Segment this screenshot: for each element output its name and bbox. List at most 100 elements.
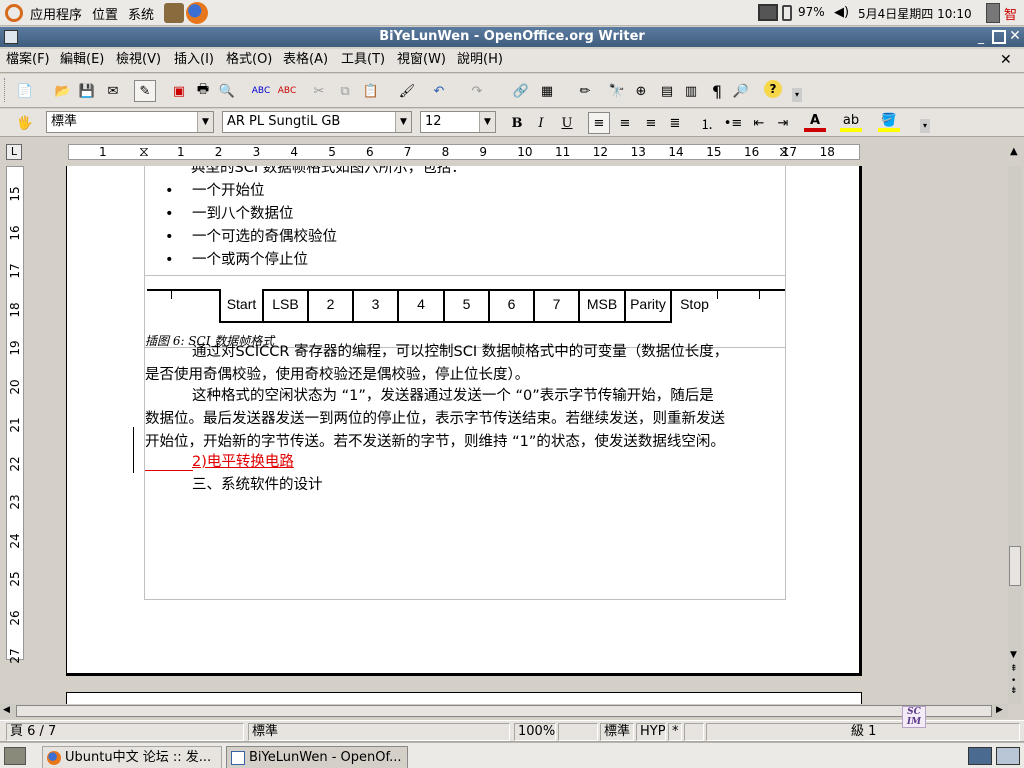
- task-button-writer[interactable]: BiYeLunWen - OpenOf...: [226, 746, 408, 768]
- save-icon[interactable]: 💾: [76, 80, 98, 102]
- task-button-firefox[interactable]: Ubuntu中文 论坛 :: 发...: [42, 746, 222, 768]
- close-document-button[interactable]: ✕: [1000, 52, 1012, 68]
- battery-icon[interactable]: [782, 5, 792, 21]
- navigation-icon[interactable]: •: [1011, 676, 1016, 686]
- prev-page-icon[interactable]: ⇞: [1010, 664, 1018, 674]
- numbering-icon[interactable]: ⒈: [696, 112, 718, 134]
- list-item[interactable]: • 一个或两个停止位: [165, 249, 665, 272]
- hyperlink-icon[interactable]: 🔗: [510, 80, 532, 102]
- background-color-icon[interactable]: 🪣: [878, 112, 900, 132]
- firefox-launcher-icon[interactable]: [186, 2, 208, 24]
- gallery-icon[interactable]: ▤: [656, 80, 678, 102]
- menu-edit[interactable]: 編輯(E): [56, 49, 108, 71]
- italic-button[interactable]: I: [530, 112, 552, 134]
- toolbar-overflow-icon[interactable]: ▾: [792, 88, 802, 102]
- close-window-button[interactable]: ✕: [1008, 28, 1022, 44]
- minimize-button[interactable]: _: [974, 30, 988, 44]
- help-icon[interactable]: ?: [764, 80, 782, 98]
- copy-icon[interactable]: ⧉: [334, 80, 356, 102]
- launcher-icon[interactable]: [164, 3, 184, 23]
- next-page[interactable]: [66, 692, 862, 704]
- scroll-down-icon[interactable]: ▼: [1010, 650, 1017, 660]
- menu-tools[interactable]: 工具(T): [337, 49, 389, 71]
- scroll-right-icon[interactable]: ▶: [996, 705, 1003, 715]
- list-item[interactable]: • 一到八个数据位: [165, 203, 665, 226]
- menu-file[interactable]: 檔案(F): [2, 49, 54, 71]
- maximize-button[interactable]: [992, 30, 1006, 44]
- undo-icon[interactable]: ↶: [428, 80, 450, 102]
- tab-type-button[interactable]: L: [6, 144, 22, 160]
- navigator-icon[interactable]: ⊕: [630, 80, 652, 102]
- applications-menu[interactable]: 应用程序: [30, 4, 82, 23]
- export-pdf-icon[interactable]: ▣: [168, 80, 190, 102]
- vertical-ruler[interactable]: 15 16 17 18 19 20 21 22 23 24 25 26 27: [6, 166, 24, 664]
- input-method-indicator[interactable]: 智: [1004, 4, 1017, 23]
- scroll-thumb[interactable]: [1009, 546, 1021, 586]
- paragraph-1[interactable]: 通过对SCICCR 寄存器的编程，可以控制SCI 数据帧格式中的可变量（数据位长…: [145, 341, 795, 387]
- volume-icon[interactable]: ◀): [834, 5, 849, 20]
- red-heading[interactable]: 2)电平转换电路: [192, 451, 294, 474]
- email-icon[interactable]: ✉: [102, 80, 124, 102]
- intro-line[interactable]: 典型的SCI 数据帧格式如图六所示，包括：: [191, 166, 466, 180]
- font-size-combo[interactable]: 12 ▼: [420, 111, 496, 133]
- horizontal-ruler[interactable]: ⧖ ⧖ 1 1 2 3 4 5 6 7 8 9 10 11 12 13 14 15 16 17 18: [68, 144, 860, 160]
- spellcheck-icon[interactable]: ABC: [250, 80, 272, 102]
- paragraph-2[interactable]: 这种格式的空闲状态为 “1”，发送器通过发送一个 “0”表示字节传输开始，随后是…: [145, 385, 795, 454]
- format-paintbrush-icon[interactable]: 🖌: [396, 80, 418, 102]
- nonprinting-characters-icon[interactable]: ¶: [706, 80, 728, 102]
- scim-icon[interactable]: SC IM: [902, 706, 926, 728]
- menu-help[interactable]: 說明(H): [453, 49, 507, 71]
- page-indicator[interactable]: 頁 6 / 7: [6, 723, 244, 741]
- toolbar-overflow-icon[interactable]: ▾: [920, 119, 930, 133]
- page[interactable]: 典型的SCI 数据帧格式如图六所示，包括： • 一个开始位 • 一到八个数据位 • 一…: [66, 166, 862, 676]
- ubuntu-logo-icon[interactable]: [5, 4, 23, 22]
- scroll-thumb[interactable]: [16, 705, 992, 717]
- find-replace-icon[interactable]: 🔭: [606, 80, 628, 102]
- print-preview-icon[interactable]: 🔍: [216, 80, 238, 102]
- bold-button[interactable]: B: [506, 112, 528, 134]
- data-sources-icon[interactable]: ▥: [680, 80, 702, 102]
- places-menu[interactable]: 位置: [92, 4, 118, 23]
- zoom-icon[interactable]: 🔎: [730, 80, 752, 102]
- decrease-indent-icon[interactable]: ⇤: [748, 112, 770, 134]
- highlight-icon[interactable]: ab: [840, 112, 862, 132]
- menu-format[interactable]: 格式(O): [222, 49, 276, 71]
- sci-frame-figure[interactable]: Start LSB 2 3 4 5 6 7 MSB Parity Stop: [147, 289, 785, 325]
- align-left-icon[interactable]: ≡: [588, 112, 610, 134]
- align-center-icon[interactable]: ≡: [614, 112, 636, 134]
- autospellcheck-icon[interactable]: ABC: [276, 80, 298, 102]
- vertical-scrollbar[interactable]: ▼ ⇞ • ⇟: [1008, 166, 1022, 704]
- chevron-down-icon[interactable]: ▼: [395, 112, 411, 132]
- document-modified[interactable]: *: [668, 723, 682, 741]
- underline-button[interactable]: U: [556, 112, 578, 134]
- scroll-left-icon[interactable]: ◀: [3, 705, 10, 715]
- paragraph-style-combo[interactable]: 標準 ▼: [46, 111, 214, 133]
- clock[interactable]: 5月4日星期四 10:10: [858, 5, 972, 22]
- section-heading[interactable]: 三、系统软件的设计: [192, 474, 323, 497]
- list-item[interactable]: • 一个可选的奇偶校验位: [165, 226, 665, 249]
- horizontal-scrollbar[interactable]: ◀ ▶: [0, 704, 1008, 718]
- chevron-down-icon[interactable]: ▼: [197, 112, 213, 132]
- hyperlink-mode[interactable]: HYP: [636, 723, 666, 741]
- cut-icon[interactable]: ✂: [308, 80, 330, 102]
- new-document-icon[interactable]: 📄: [14, 80, 36, 102]
- system-menu[interactable]: 系统: [128, 4, 154, 23]
- font-name-combo[interactable]: AR PL SungtiL GB ▼: [222, 111, 412, 133]
- left-indent-marker[interactable]: ⧖: [139, 145, 149, 159]
- edit-mode-icon[interactable]: ✎: [134, 80, 156, 102]
- show-desktop-icon[interactable]: [4, 747, 26, 765]
- workspace-switcher-2[interactable]: [996, 747, 1020, 765]
- next-page-icon[interactable]: ⇟: [1010, 686, 1018, 696]
- menu-table[interactable]: 表格(A): [279, 49, 332, 71]
- show-desktop-icon[interactable]: [986, 3, 1000, 23]
- align-right-icon[interactable]: ≡: [640, 112, 662, 134]
- workspace-switcher-1[interactable]: [968, 747, 992, 765]
- open-icon[interactable]: 📂: [52, 80, 74, 102]
- list-item[interactable]: • 一个开始位: [165, 180, 665, 203]
- table-icon[interactable]: ▦: [536, 80, 558, 102]
- menu-view[interactable]: 檢視(V): [112, 49, 165, 71]
- justify-icon[interactable]: ≣: [664, 112, 686, 134]
- menu-window[interactable]: 視窗(W): [393, 49, 450, 71]
- network-icon[interactable]: [758, 4, 778, 21]
- redo-icon[interactable]: ↷: [466, 80, 488, 102]
